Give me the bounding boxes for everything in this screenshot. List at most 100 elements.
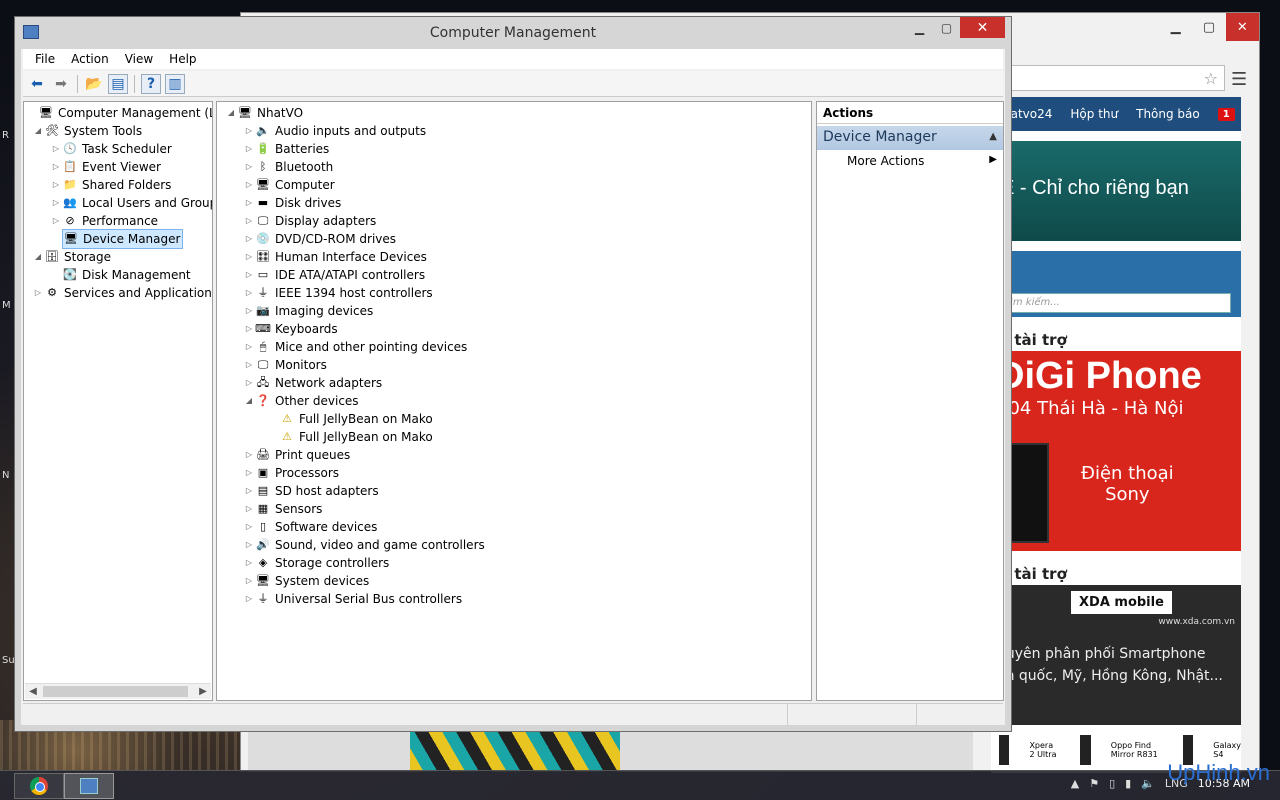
expand-arrow-icon[interactable]: ▷: [243, 518, 255, 536]
network-icon[interactable]: ▮: [1125, 777, 1131, 790]
device-category-row[interactable]: ▷ 🖨 Print queues: [243, 446, 350, 464]
expand-arrow-icon[interactable]: ▷: [243, 500, 255, 518]
menu-help[interactable]: Help: [161, 49, 204, 69]
device-tree-pane[interactable]: ◢ 🖥 NhatVO ▷ 🔈 Audio inputs and outputs ▷ 🔋 B…: [216, 101, 812, 701]
scroll-right-icon[interactable]: ▶: [195, 684, 211, 700]
site-search-input[interactable]: Tìm kiếm...: [997, 293, 1231, 313]
back-arrow-icon[interactable]: ⬅: [27, 74, 47, 94]
device-category-row[interactable]: ▷ 💿 DVD/CD-ROM drives: [243, 230, 396, 248]
maximize-icon[interactable]: ▢: [933, 17, 960, 38]
device-category-row[interactable]: ▷ 🖵 Monitors: [243, 356, 327, 374]
show-hidden-icons-icon[interactable]: ▲: [1071, 777, 1079, 790]
expand-arrow-icon[interactable]: ▷: [243, 482, 255, 500]
phone-thumb[interactable]: [999, 735, 1010, 765]
collapse-arrow-icon[interactable]: ◢: [32, 248, 44, 266]
tree-item-system-tools[interactable]: ◢ 🛠 System Tools: [32, 122, 142, 140]
collapse-up-icon[interactable]: ▲: [989, 131, 997, 142]
device-category-row[interactable]: ◢ ❓ Other devices: [243, 392, 359, 410]
star-icon[interactable]: ☆: [1204, 69, 1218, 88]
expand-arrow-icon[interactable]: ▷: [243, 194, 255, 212]
tree-item-task-scheduler[interactable]: ▷ 🕓 Task Scheduler: [50, 140, 172, 158]
expand-arrow-icon[interactable]: ▷: [243, 320, 255, 338]
maximize-icon[interactable]: ▢: [1192, 13, 1225, 41]
power-icon[interactable]: ▯: [1109, 777, 1115, 790]
expand-arrow-icon[interactable]: ▷: [243, 464, 255, 482]
device-category-row[interactable]: ▷ 🖱 Mice and other pointing devices: [243, 338, 467, 356]
expand-arrow-icon[interactable]: ▷: [243, 158, 255, 176]
device-category-row[interactable]: ▷ ⏚ IEEE 1394 host controllers: [243, 284, 433, 302]
device-category-row[interactable]: ▷ ▦ Sensors: [243, 500, 322, 518]
expand-arrow-icon[interactable]: ▷: [243, 140, 255, 158]
device-category-row[interactable]: ▷ ▯ Software devices: [243, 518, 377, 536]
tree-item-services-applications[interactable]: ▷ ⚙ Services and Applications: [32, 284, 212, 302]
tree-item-event-viewer[interactable]: ▷ 📋 Event Viewer: [50, 158, 161, 176]
expand-arrow-icon[interactable]: ▷: [50, 194, 62, 212]
close-icon[interactable]: ✕: [960, 17, 1005, 38]
scroll-left-icon[interactable]: ◀: [25, 684, 41, 700]
device-category-row[interactable]: ▷ 🔊 Sound, video and game controllers: [243, 536, 485, 554]
expand-arrow-icon[interactable]: ▷: [243, 266, 255, 284]
tree-item-performance[interactable]: ▷ ⊘ Performance: [50, 212, 158, 230]
device-category-row[interactable]: ▷ 🔈 Audio inputs and outputs: [243, 122, 426, 140]
help-icon[interactable]: ?: [141, 73, 161, 94]
phone-thumb[interactable]: [1080, 735, 1091, 765]
digiphone-ad[interactable]: DiGi Phone 104 Thái Hà - Hà Nội Điện tho…: [991, 351, 1241, 551]
device-category-row[interactable]: ▷ ▭ IDE ATA/ATAPI controllers: [243, 266, 425, 284]
expand-arrow-icon[interactable]: ▷: [243, 176, 255, 194]
minimize-icon[interactable]: ▁: [1159, 13, 1192, 41]
flag-icon[interactable]: ⚑: [1089, 777, 1099, 790]
selected-highlight[interactable]: 🖥 Device Manager: [62, 229, 184, 249]
collapse-arrow-icon[interactable]: ◢: [243, 392, 255, 410]
actions-section-device-manager[interactable]: Device Manager ▲: [817, 126, 1003, 150]
expand-arrow-icon[interactable]: ▷: [243, 284, 255, 302]
device-category-row[interactable]: ▷ 🖥 Computer: [243, 176, 335, 194]
minimize-icon[interactable]: ▁: [906, 17, 933, 38]
tree-item-shared-folders[interactable]: ▷ 📁 Shared Folders: [50, 176, 171, 194]
expand-arrow-icon[interactable]: ▷: [243, 122, 255, 140]
collapse-arrow-icon[interactable]: ◢: [225, 104, 237, 122]
device-category-row[interactable]: ▷ ⌨ Keyboards: [243, 320, 338, 338]
device-category-row[interactable]: ▷ 🖵 Display adapters: [243, 212, 376, 230]
device-category-row[interactable]: ▷ ᛒ Bluetooth: [243, 158, 333, 176]
desktop-icon-label[interactable]: M: [2, 300, 11, 311]
expand-arrow-icon[interactable]: ▷: [50, 212, 62, 230]
show-hide-action-pane-icon[interactable]: ▥: [165, 73, 185, 94]
device-category-row[interactable]: ▷ 🔋 Batteries: [243, 140, 329, 158]
tree-item-computer-management[interactable]: 🖥 Computer Management (Local: [26, 104, 212, 122]
up-folder-icon[interactable]: 📂: [84, 74, 104, 94]
volume-icon[interactable]: 🔈: [1141, 777, 1155, 790]
expand-arrow-icon[interactable]: ▷: [243, 590, 255, 608]
desktop-icon-label[interactable]: N: [2, 470, 9, 481]
taskbar-computer-management-button[interactable]: [64, 773, 114, 799]
desktop-icon-label[interactable]: Su: [2, 655, 15, 666]
tree-item-local-users-groups[interactable]: ▷ 👥 Local Users and Groups: [50, 194, 212, 212]
expand-arrow-icon[interactable]: ▷: [243, 374, 255, 392]
horizontal-scrollbar[interactable]: ◀ ▶: [25, 683, 211, 699]
device-tree-root[interactable]: ◢ 🖥 NhatVO: [225, 104, 303, 122]
tree-item-disk-management[interactable]: 💽 Disk Management: [50, 266, 191, 284]
hamburger-menu-icon[interactable]: ☰: [1231, 69, 1247, 90]
expand-arrow-icon[interactable]: ▷: [50, 176, 62, 194]
tree-item-device-manager[interactable]: 🖥 Device Manager: [50, 229, 184, 249]
device-category-row[interactable]: ▷ 🖧 Network adapters: [243, 374, 382, 392]
device-row[interactable]: ⚠ Full JellyBean on Mako: [279, 410, 433, 428]
menu-view[interactable]: View: [117, 49, 161, 69]
nav-notifications[interactable]: Thông báo: [1136, 107, 1200, 121]
device-category-row[interactable]: ▷ 🎛 Human Interface Devices: [243, 248, 427, 266]
nav-inbox[interactable]: Hộp thư: [1070, 107, 1118, 121]
console-tree-pane[interactable]: 🖥 Computer Management (Local ◢ 🛠 System …: [23, 101, 213, 701]
expand-arrow-icon[interactable]: ▷: [243, 302, 255, 320]
forward-arrow-icon[interactable]: ➡: [51, 74, 71, 94]
scroll-thumb[interactable]: [43, 686, 188, 697]
title-bar[interactable]: Computer Management ▁ ▢ ✕: [15, 17, 1011, 49]
expand-arrow-icon[interactable]: ▷: [50, 158, 62, 176]
xda-ad[interactable]: XDA mobile www.xda.com.vn huyên phân phố…: [991, 585, 1241, 725]
device-category-row[interactable]: ▷ 🖥 System devices: [243, 572, 369, 590]
device-category-row[interactable]: ▷ ⏚ Universal Serial Bus controllers: [243, 590, 462, 608]
close-icon[interactable]: ✕: [1225, 13, 1259, 41]
menu-file[interactable]: File: [27, 49, 63, 69]
expand-arrow-icon[interactable]: ▷: [243, 572, 255, 590]
desktop-icon-label[interactable]: R: [2, 130, 9, 141]
device-category-row[interactable]: ▷ ▬ Disk drives: [243, 194, 341, 212]
device-category-row[interactable]: ▷ ▣ Processors: [243, 464, 339, 482]
